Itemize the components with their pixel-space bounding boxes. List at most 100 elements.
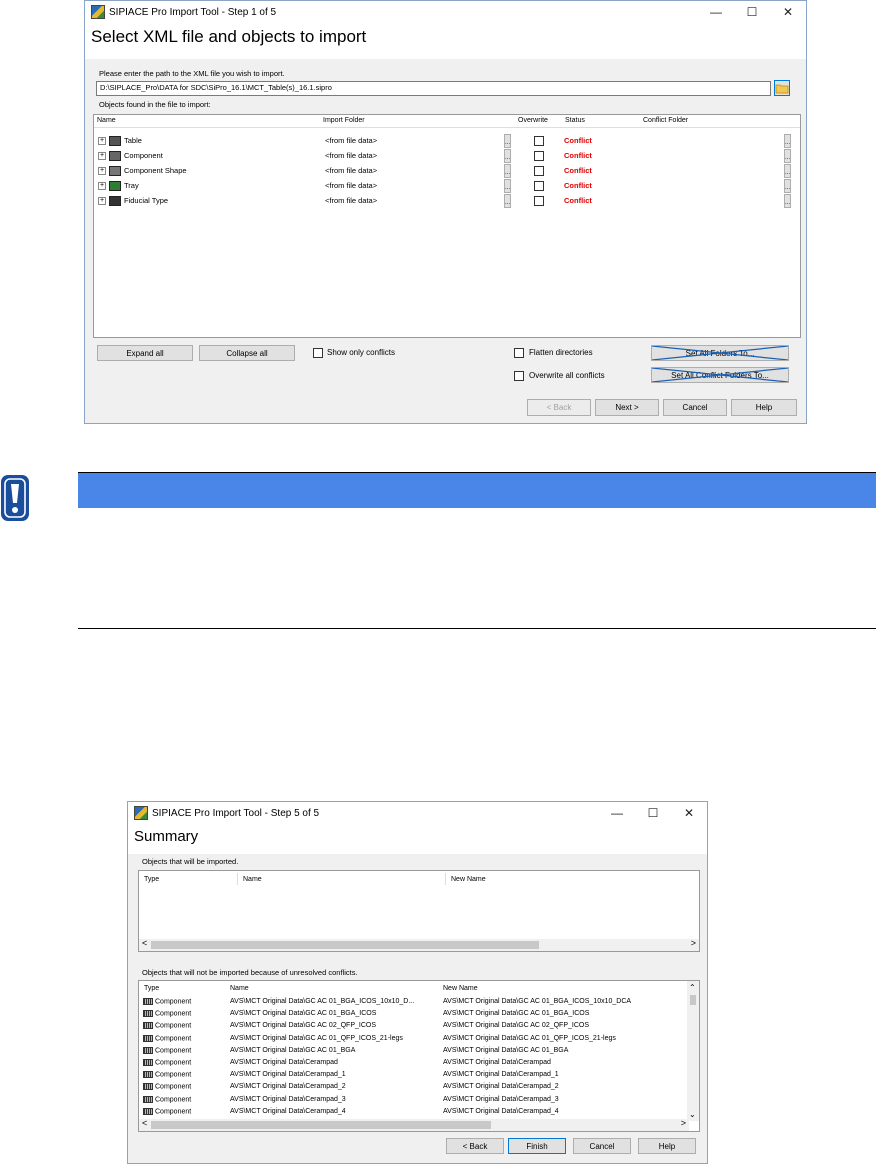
back-button[interactable]: < Back	[527, 399, 591, 416]
table-icon	[109, 136, 121, 146]
list-item[interactable]: Component AVS\MCT Original Data\Cerampad A…	[139, 1058, 679, 1070]
scrollbar-thumb[interactable]	[151, 1121, 491, 1129]
row-type-label: Component	[155, 1059, 192, 1067]
page-title: Select XML file and objects to import	[85, 23, 806, 59]
browse-conflict-folder-button[interactable]: ...	[784, 164, 791, 178]
maximize-icon[interactable]: ☐	[635, 802, 671, 824]
flatten-directories-checkbox[interactable]	[514, 348, 524, 358]
collapse-all-button[interactable]: Collapse all	[199, 345, 295, 361]
col-type[interactable]: Type	[144, 876, 159, 883]
cancel-button[interactable]: Cancel	[573, 1138, 631, 1154]
col-import-folder[interactable]: Import Folder	[323, 117, 365, 124]
browse-conflict-folder-button[interactable]: ...	[784, 149, 791, 163]
expand-icon[interactable]: +	[98, 167, 106, 175]
browse-conflict-folder-button[interactable]: ...	[784, 179, 791, 193]
row-name: Fiducial Type	[124, 196, 169, 205]
overwrite-checkbox[interactable]	[534, 136, 544, 146]
col-status[interactable]: Status	[565, 117, 585, 124]
col-conflict-folder[interactable]: Conflict Folder	[643, 117, 688, 124]
expand-all-button[interactable]: Expand all	[97, 345, 193, 361]
horizontal-scrollbar[interactable]: < >	[139, 1118, 689, 1131]
browse-conflict-folder-button[interactable]: ...	[784, 134, 791, 148]
set-all-folders-button[interactable]: Set All Folders To...	[651, 345, 789, 361]
list-item[interactable]: Component AVS\MCT Original Data\GC AC 01_…	[139, 1009, 679, 1021]
page-title: Summary	[128, 824, 707, 854]
xml-path-input[interactable]: D:\SIPLACE_Pro\DATA for SDC\SiPro_16.1\M…	[96, 81, 771, 96]
row-new-name: AVS\MCT Original Data\GC AC 01_BGA_ICOS	[443, 1010, 590, 1018]
tree-row[interactable]: + Fiducial Type <from file data>... Conflic…	[94, 194, 800, 209]
scrollbar-thumb[interactable]	[151, 941, 539, 949]
row-name: AVS\MCT Original Data\GC AC 01_QFP_ICOS_…	[230, 1034, 403, 1042]
set-all-conflict-folders-button[interactable]: Set All Conflict Folders To...	[651, 367, 789, 383]
col-name[interactable]: Name	[97, 117, 116, 124]
vertical-scrollbar[interactable]: ⌃ ⌄	[687, 981, 699, 1121]
expand-icon[interactable]: +	[98, 137, 106, 145]
objects-tree-table: Name Import Folder Overwrite Status Conf…	[93, 114, 801, 338]
import-tool-window-step5: SIPIACE Pro Import Tool - Step 5 of 5 — …	[127, 801, 708, 1164]
row-type-label: Component	[155, 998, 192, 1006]
list-item[interactable]: Component AVS\MCT Original Data\GC AC 01_…	[139, 997, 679, 1009]
col-type[interactable]: Type	[144, 985, 159, 992]
scroll-right-icon[interactable]: >	[681, 1118, 686, 1128]
tree-row[interactable]: + Tray <from file data>... Conflict...	[94, 179, 800, 194]
help-button[interactable]: Help	[731, 399, 797, 416]
expand-icon[interactable]: +	[98, 152, 106, 160]
component-icon	[143, 1010, 153, 1018]
scroll-down-icon[interactable]: ⌄	[689, 1110, 696, 1119]
row-status: Conflict	[564, 196, 592, 205]
expand-icon[interactable]: +	[98, 182, 106, 190]
close-icon[interactable]: ✕	[671, 802, 707, 824]
minimize-icon[interactable]: —	[599, 802, 635, 824]
list-item[interactable]: Component AVS\MCT Original Data\Cerampad_…	[139, 1070, 679, 1082]
show-only-conflicts-checkbox[interactable]	[313, 348, 323, 358]
overwrite-checkbox[interactable]	[534, 151, 544, 161]
list-item[interactable]: Component AVS\MCT Original Data\GC AC 02_…	[139, 1021, 679, 1033]
col-new-name[interactable]: New Name	[443, 985, 478, 992]
help-button[interactable]: Help	[638, 1138, 696, 1154]
cancel-button[interactable]: Cancel	[663, 399, 727, 416]
col-new-name[interactable]: New Name	[451, 876, 486, 883]
list-item[interactable]: Component AVS\MCT Original Data\Cerampad_…	[139, 1095, 679, 1107]
back-button[interactable]: < Back	[446, 1138, 504, 1154]
overwrite-checkbox[interactable]	[534, 166, 544, 176]
tree-row[interactable]: + Component Shape <from file data>... Confl…	[94, 164, 800, 179]
col-name[interactable]: Name	[230, 985, 249, 992]
overwrite-checkbox[interactable]	[534, 196, 544, 206]
col-name[interactable]: Name	[243, 876, 262, 883]
browse-import-folder-button[interactable]: ...	[504, 179, 511, 193]
browse-import-folder-button[interactable]: ...	[504, 194, 511, 208]
list-item[interactable]: Component AVS\MCT Original Data\GC AC 01_…	[139, 1046, 679, 1058]
tray-icon	[109, 181, 121, 191]
next-button[interactable]: Next >	[595, 399, 659, 416]
minimize-icon[interactable]: —	[698, 1, 734, 23]
row-new-name: AVS\MCT Original Data\Cerampad_3	[443, 1095, 559, 1103]
scrollbar-thumb[interactable]	[690, 995, 696, 1005]
finish-button[interactable]: Finish	[508, 1138, 566, 1154]
expand-icon[interactable]: +	[98, 197, 106, 205]
list-item[interactable]: Component AVS\MCT Original Data\GC AC 01_…	[139, 1034, 679, 1046]
row-name: AVS\MCT Original Data\Cerampad_1	[230, 1071, 346, 1079]
scroll-up-icon[interactable]: ⌃	[689, 983, 696, 992]
row-new-name: AVS\MCT Original Data\GC AC 01_BGA	[443, 1046, 569, 1054]
col-overwrite[interactable]: Overwrite	[518, 117, 548, 124]
browse-import-folder-button[interactable]: ...	[504, 164, 511, 178]
tree-row[interactable]: + Component <from file data>... Conflict...	[94, 149, 800, 164]
scroll-left-icon[interactable]: <	[142, 938, 147, 948]
tree-row[interactable]: + Table <from file data>... Conflict...	[94, 134, 800, 149]
crossed-out-mark	[652, 368, 788, 382]
browse-conflict-folder-button[interactable]: ...	[784, 194, 791, 208]
row-type: Component	[143, 1010, 191, 1018]
horizontal-scrollbar[interactable]: < >	[139, 938, 699, 951]
overwrite-checkbox[interactable]	[534, 181, 544, 191]
list-item[interactable]: Component AVS\MCT Original Data\Cerampad_…	[139, 1107, 679, 1119]
close-icon[interactable]: ✕	[770, 1, 806, 23]
scroll-left-icon[interactable]: <	[142, 1118, 147, 1128]
overwrite-all-checkbox[interactable]	[514, 371, 524, 381]
list-item[interactable]: Component AVS\MCT Original Data\Cerampad_…	[139, 1082, 679, 1094]
browse-folder-button[interactable]	[774, 80, 790, 96]
maximize-icon[interactable]: ☐	[734, 1, 770, 23]
browse-import-folder-button[interactable]: ...	[504, 149, 511, 163]
scroll-right-icon[interactable]: >	[691, 938, 696, 948]
browse-import-folder-button[interactable]: ...	[504, 134, 511, 148]
row-status: Conflict	[564, 136, 592, 145]
